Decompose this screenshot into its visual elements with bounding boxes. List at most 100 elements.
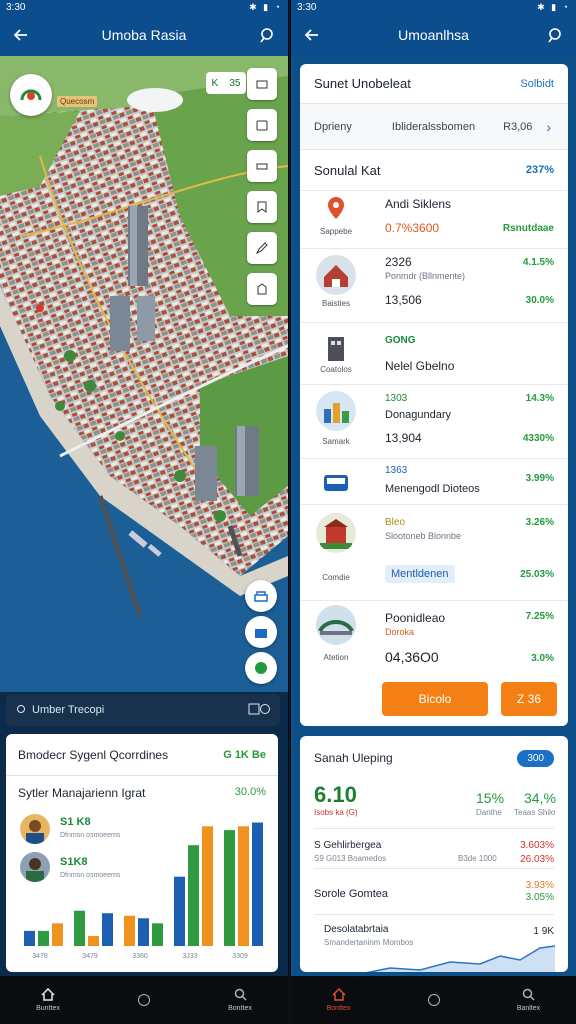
nav-search[interactable]: Banltex bbox=[499, 988, 559, 1012]
filter-bar[interactable]: Dprieny Iblideralssbomen R3,06 › bbox=[300, 104, 568, 150]
filter-b[interactable]: Iblideralssbomen bbox=[392, 121, 475, 133]
summary-card: Sanah Uleping 300 6.10 Isobs ka (G) 15% … bbox=[300, 736, 568, 972]
status-icons: ✱ ▮ ◔ bbox=[537, 1, 570, 12]
home-icon bbox=[331, 987, 346, 1003]
summary-line2-r2: 3.05% bbox=[525, 892, 554, 903]
row-pct: 14.3% bbox=[525, 393, 554, 404]
row-pct2: 25.03% bbox=[520, 569, 554, 580]
chart-xtick: 3309 bbox=[232, 953, 248, 960]
row-tag[interactable]: Mentldenen bbox=[385, 565, 455, 583]
row-title: 1363 bbox=[385, 465, 408, 476]
row-pct2: 3.0% bbox=[531, 653, 554, 664]
filter-c[interactable]: R3,06 bbox=[503, 121, 532, 133]
filter-icon[interactable] bbox=[248, 703, 270, 718]
shape-icon[interactable] bbox=[247, 273, 277, 305]
list-item[interactable]: Sappebe Andi Siklens 0.7%3600 Rsnutdaae bbox=[300, 190, 568, 248]
chart-bar bbox=[88, 935, 99, 946]
chart-bar bbox=[174, 876, 185, 946]
list-item[interactable]: Samark 1303 Donagundary 13,904 14.3% 433… bbox=[300, 384, 568, 458]
nav-home-label: Bunttex bbox=[36, 1005, 60, 1012]
chart-bar bbox=[238, 826, 249, 946]
nav-search-label: Banltex bbox=[516, 1005, 541, 1012]
row-pct: 3.99% bbox=[525, 473, 554, 484]
list-item[interactable]: Coatolos GONG Nelel Gbelno bbox=[300, 322, 568, 384]
sofa-icon[interactable] bbox=[245, 580, 277, 612]
back-arrow-icon[interactable] bbox=[303, 26, 321, 44]
summary-line2-r1: 3.93% bbox=[525, 880, 554, 891]
search-icon bbox=[522, 988, 535, 1003]
chart-bar bbox=[138, 918, 149, 946]
row-caption: Atetion bbox=[323, 653, 349, 662]
summary-v2: 34,% bbox=[524, 790, 556, 806]
chart-bar bbox=[202, 826, 213, 946]
status-time: 3:30 bbox=[297, 1, 317, 13]
location-pin-icon[interactable] bbox=[546, 26, 564, 44]
summary-line2: Sorole Gomtea bbox=[314, 888, 388, 900]
search-bar[interactable]: Umber Trecopi bbox=[6, 694, 280, 726]
bookmark-icon[interactable] bbox=[247, 191, 277, 223]
row-caption: Sappebe bbox=[319, 227, 353, 236]
list-item[interactable]: Comdie Bleo Slootoneb Blonnbe Mentldenen… bbox=[300, 504, 568, 600]
scale-a: K bbox=[211, 77, 219, 89]
nav-circle[interactable] bbox=[114, 994, 174, 1006]
nav-circle[interactable] bbox=[404, 994, 464, 1006]
map-toolbar bbox=[247, 68, 277, 305]
summary-line1: S Gehlirbergea bbox=[314, 840, 382, 851]
status-bar: 3:30 ✱ ▮ ◔ bbox=[291, 0, 576, 14]
leaf-icon[interactable] bbox=[245, 652, 277, 684]
summary-big-value: 6.10 bbox=[314, 782, 357, 807]
row-title: 2326 bbox=[385, 255, 412, 269]
nav-home[interactable]: Bunttex bbox=[18, 987, 78, 1012]
chart-bar bbox=[152, 923, 163, 946]
row-value: 13,904 bbox=[385, 431, 422, 445]
nav-search[interactable]: Bonttex bbox=[210, 988, 270, 1012]
section-title: Sonulal Kat bbox=[314, 162, 381, 178]
summary-line1-sub: S9 G013 Boamedos bbox=[314, 854, 387, 863]
pencil-icon[interactable] bbox=[247, 232, 277, 264]
chart-xtick: 3380 bbox=[132, 953, 148, 960]
nav-home[interactable]: Bonttex bbox=[309, 987, 369, 1012]
summary-v2-sub: Teaas Shilo bbox=[514, 808, 556, 817]
briefcase-icon[interactable] bbox=[245, 616, 277, 648]
row-caption: Samark bbox=[322, 437, 350, 446]
summary-pill[interactable]: 300 bbox=[517, 749, 554, 767]
chevron-right-icon[interactable]: › bbox=[546, 119, 551, 135]
panel-link[interactable]: Solbidt bbox=[520, 78, 554, 90]
row-pct2: 30.0% bbox=[525, 295, 554, 306]
layers-icon[interactable] bbox=[247, 68, 277, 100]
chart-xtick: 3479 bbox=[82, 953, 98, 960]
status-time: 3:30 bbox=[6, 1, 26, 13]
chart-xtick: 3J33 bbox=[182, 953, 197, 960]
row-pct2: 4330% bbox=[522, 433, 554, 444]
row-caption: Coatolos bbox=[320, 365, 352, 374]
map-scale-tag[interactable]: K 35 bbox=[206, 72, 246, 94]
bridge-icon bbox=[316, 605, 356, 645]
page-title: Umoba Rasia bbox=[101, 27, 187, 43]
building-icon bbox=[316, 329, 356, 369]
row-sub: Ponmdr (Bllnmente) bbox=[385, 271, 466, 281]
list-panel: Sunet Unobeleat Solbidt Dprieny Iblidera… bbox=[300, 64, 568, 726]
list-item[interactable]: 1363 Menengodl Dioteos 3.99% bbox=[300, 458, 568, 504]
secondary-button[interactable]: Z 36 bbox=[501, 682, 557, 716]
bus-icon bbox=[316, 463, 356, 503]
list-item[interactable]: Baisties 2326 Ponmdr (Bllnmente) 13,506 … bbox=[300, 248, 568, 322]
row-sub: Doroka bbox=[385, 627, 415, 637]
folder-icon[interactable] bbox=[247, 109, 277, 141]
nav-search-label: Bonttex bbox=[228, 1005, 252, 1012]
map-place-label: Quecosm bbox=[57, 96, 98, 107]
back-arrow-icon[interactable] bbox=[12, 26, 30, 44]
ruler-icon[interactable] bbox=[247, 150, 277, 182]
chart-bar bbox=[52, 923, 63, 946]
divider bbox=[314, 828, 554, 829]
bottom-nav: Bonttex Banltex bbox=[291, 976, 576, 1024]
list-item[interactable]: Atetion Poonidleao Doroka 04,36O0 7.25% … bbox=[300, 600, 568, 676]
row-caption: Comdie bbox=[322, 573, 350, 582]
primary-button[interactable]: Bicolo bbox=[382, 682, 488, 716]
home-icon bbox=[41, 987, 55, 1003]
location-pin-icon[interactable] bbox=[258, 26, 276, 44]
filter-a[interactable]: Dprieny bbox=[314, 121, 352, 133]
city-icon bbox=[316, 391, 356, 431]
chart-xtick: 3478 bbox=[32, 953, 48, 960]
summary-line1-r2: 26.03% bbox=[520, 854, 554, 865]
search-group: Umber Trecopi bbox=[16, 704, 104, 717]
